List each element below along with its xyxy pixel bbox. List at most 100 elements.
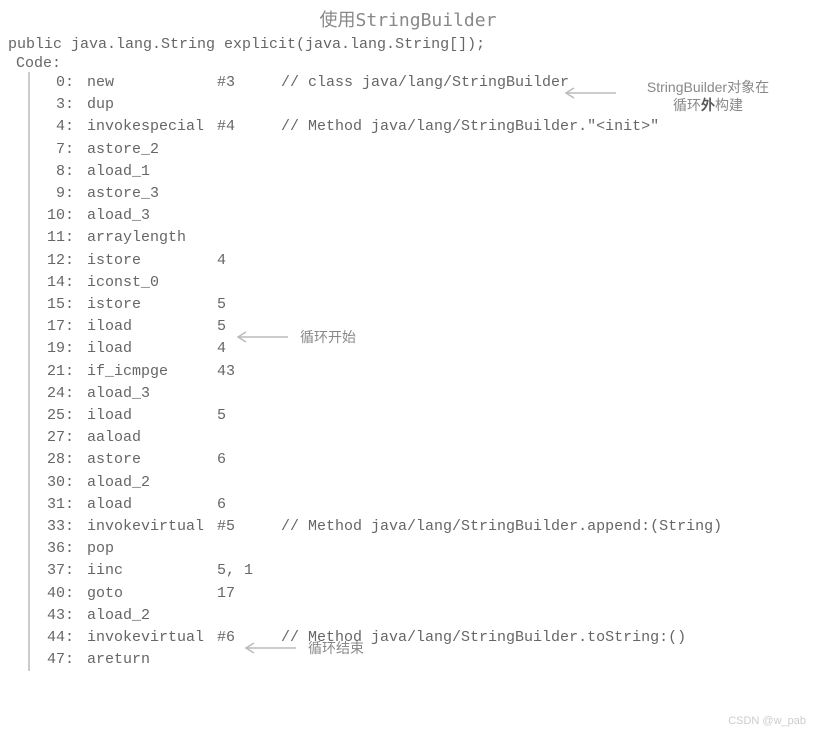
instruction: invokevirtual (87, 627, 217, 649)
argument: 6 (217, 494, 281, 516)
argument: 43 (217, 361, 281, 383)
offset: 40: (34, 583, 78, 605)
bytecode-row: 28: astore6 (34, 449, 816, 471)
bytecode-row: 17: iload5 (34, 316, 816, 338)
offset: 11: (34, 227, 78, 249)
argument: 6 (217, 449, 281, 471)
instruction: arraylength (87, 227, 217, 249)
bytecode-listing: 0: new#3// class java/lang/StringBuilder… (28, 72, 816, 671)
bytecode-row: 47: areturn (34, 649, 816, 671)
offset: 10: (34, 205, 78, 227)
bytecode-row: 4: invokespecial#4// Method java/lang/St… (34, 116, 816, 138)
bytecode-row: 12: istore4 (34, 250, 816, 272)
instruction: new (87, 72, 217, 94)
offset: 33: (34, 516, 78, 538)
bytecode-row: 43: aload_2 (34, 605, 816, 627)
offset: 47: (34, 649, 78, 671)
bytecode-row: 19: iload4 (34, 338, 816, 360)
offset: 43: (34, 605, 78, 627)
instruction: pop (87, 538, 217, 560)
bytecode-row: 14: iconst_0 (34, 272, 816, 294)
offset: 31: (34, 494, 78, 516)
offset: 8: (34, 161, 78, 183)
comment: // class java/lang/StringBuilder (281, 72, 569, 94)
comment: // Method java/lang/StringBuilder."<init… (281, 116, 659, 138)
offset: 3: (34, 94, 78, 116)
comment: // Method java/lang/StringBuilder.append… (281, 516, 722, 538)
instruction: aaload (87, 427, 217, 449)
offset: 12: (34, 250, 78, 272)
bytecode-row: 36: pop (34, 538, 816, 560)
instruction: areturn (87, 649, 217, 671)
offset: 24: (34, 383, 78, 405)
arrow-icon (240, 641, 296, 655)
instruction: astore_3 (87, 183, 217, 205)
instruction: dup (87, 94, 217, 116)
instruction: if_icmpge (87, 361, 217, 383)
bytecode-row: 31: aload6 (34, 494, 816, 516)
arrow-icon (232, 330, 288, 344)
offset: 37: (34, 560, 78, 582)
bytecode-row: 11: arraylength (34, 227, 816, 249)
watermark: CSDN @w_pab (728, 715, 806, 727)
instruction: aload_2 (87, 472, 217, 494)
offset: 0: (34, 72, 78, 94)
annotation-text: 循环外构建 (628, 96, 788, 114)
bytecode-row: 25: iload5 (34, 405, 816, 427)
argument: 4 (217, 250, 281, 272)
bytecode-row: 10: aload_3 (34, 205, 816, 227)
page-title: 使用StringBuilder (0, 0, 816, 36)
bytecode-row: 27: aaload (34, 427, 816, 449)
instruction: iconst_0 (87, 272, 217, 294)
offset: 27: (34, 427, 78, 449)
annotation-text: StringBuilder对象在 (628, 78, 788, 96)
instruction: aload_3 (87, 383, 217, 405)
bytecode-row: 15: istore5 (34, 294, 816, 316)
argument: #4 (217, 116, 281, 138)
offset: 36: (34, 538, 78, 560)
argument: 5 (217, 294, 281, 316)
argument: 17 (217, 583, 281, 605)
offset: 17: (34, 316, 78, 338)
argument: 5, 1 (217, 560, 281, 582)
instruction: aload_3 (87, 205, 217, 227)
arrow-icon (560, 86, 616, 100)
instruction: invokespecial (87, 116, 217, 138)
instruction: invokevirtual (87, 516, 217, 538)
bytecode-row: 8: aload_1 (34, 161, 816, 183)
offset: 9: (34, 183, 78, 205)
instruction: iinc (87, 560, 217, 582)
instruction: aload_1 (87, 161, 217, 183)
code-label: Code: (0, 55, 816, 72)
offset: 44: (34, 627, 78, 649)
annotation-outside-loop: StringBuilder对象在 循环外构建 (628, 78, 788, 114)
instruction: istore (87, 250, 217, 272)
instruction: astore_2 (87, 139, 217, 161)
bytecode-row: 33: invokevirtual#5// Method java/lang/S… (34, 516, 816, 538)
offset: 30: (34, 472, 78, 494)
instruction: iload (87, 405, 217, 427)
instruction: istore (87, 294, 217, 316)
offset: 4: (34, 116, 78, 138)
bytecode-row: 30: aload_2 (34, 472, 816, 494)
bytecode-row: 9: astore_3 (34, 183, 816, 205)
offset: 28: (34, 449, 78, 471)
instruction: goto (87, 583, 217, 605)
argument: 5 (217, 405, 281, 427)
bytecode-row: 40: goto17 (34, 583, 816, 605)
bytecode-row: 24: aload_3 (34, 383, 816, 405)
argument: #3 (217, 72, 281, 94)
bytecode-row: 37: iinc5, 1 (34, 560, 816, 582)
offset: 25: (34, 405, 78, 427)
instruction: iload (87, 316, 217, 338)
method-signature: public java.lang.String explicit(java.la… (0, 36, 816, 55)
offset: 14: (34, 272, 78, 294)
offset: 15: (34, 294, 78, 316)
offset: 19: (34, 338, 78, 360)
instruction: aload_2 (87, 605, 217, 627)
annotation-loop-start: 循环开始 (300, 328, 356, 346)
instruction: astore (87, 449, 217, 471)
offset: 7: (34, 139, 78, 161)
offset: 21: (34, 361, 78, 383)
argument: #5 (217, 516, 281, 538)
